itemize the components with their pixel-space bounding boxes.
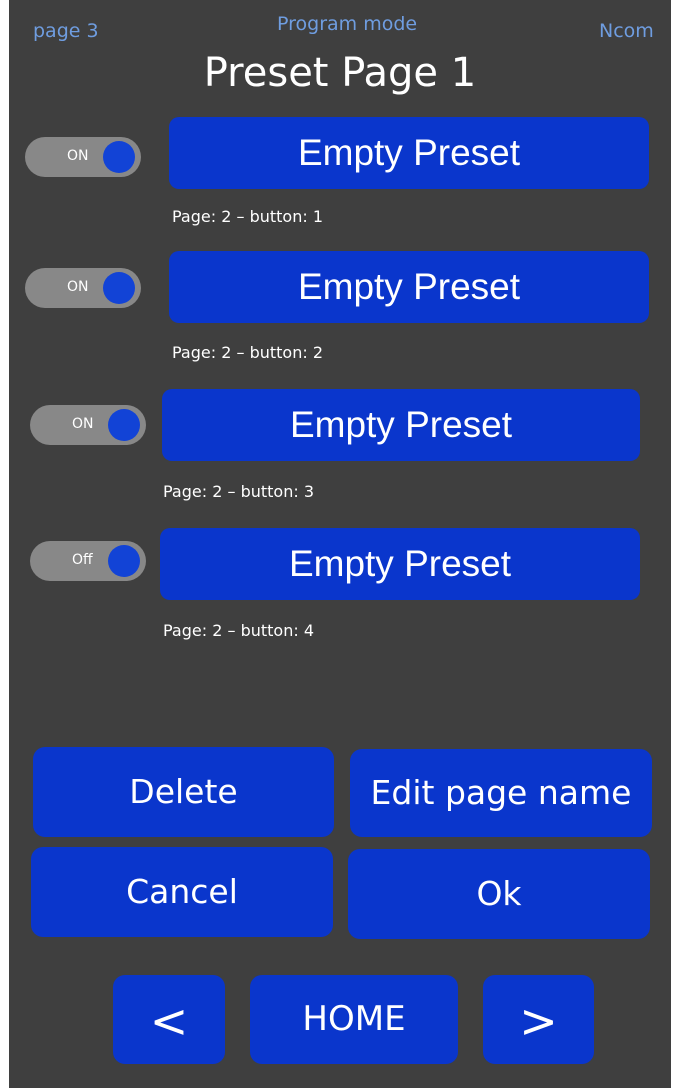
page-title: Preset Page 1	[203, 50, 477, 96]
preset-4-caption: Page: 2 – button: 4	[163, 621, 314, 640]
toggle-knob	[103, 272, 135, 304]
toggle-label: ON	[67, 148, 89, 164]
preset-3-toggle[interactable]: ON	[30, 405, 146, 445]
preset-2-button[interactable]: Empty Preset	[169, 251, 649, 323]
toggle-label: Off	[72, 552, 93, 568]
ok-button[interactable]: Ok	[348, 849, 650, 939]
preset-1-toggle[interactable]: ON	[25, 137, 141, 177]
edit-page-name-button[interactable]: Edit page name	[350, 749, 652, 837]
preset-2-caption: Page: 2 – button: 2	[172, 343, 323, 362]
toggle-label: ON	[72, 416, 94, 432]
toggle-knob	[103, 141, 135, 173]
toggle-knob	[108, 409, 140, 441]
page-indicator: page 3	[33, 20, 99, 42]
preset-1-button[interactable]: Empty Preset	[169, 117, 649, 189]
next-button[interactable]: >	[483, 975, 594, 1064]
preset-3-caption: Page: 2 – button: 3	[163, 482, 314, 501]
preset-3-button[interactable]: Empty Preset	[162, 389, 640, 461]
toggle-knob	[108, 545, 140, 577]
toggle-label: ON	[67, 279, 89, 295]
prev-button[interactable]: <	[113, 975, 225, 1064]
brand-label: Ncom	[599, 20, 654, 42]
preset-4-button[interactable]: Empty Preset	[160, 528, 640, 600]
preset-4-toggle[interactable]: Off	[30, 541, 146, 581]
screen: page 3 Program mode Ncom Preset Page 1 O…	[9, 0, 671, 1088]
home-button[interactable]: HOME	[250, 975, 458, 1064]
preset-2-toggle[interactable]: ON	[25, 268, 141, 308]
mode-label: Program mode	[277, 13, 418, 35]
cancel-button[interactable]: Cancel	[31, 847, 333, 937]
preset-1-caption: Page: 2 – button: 1	[172, 207, 323, 226]
delete-button[interactable]: Delete	[33, 747, 334, 837]
